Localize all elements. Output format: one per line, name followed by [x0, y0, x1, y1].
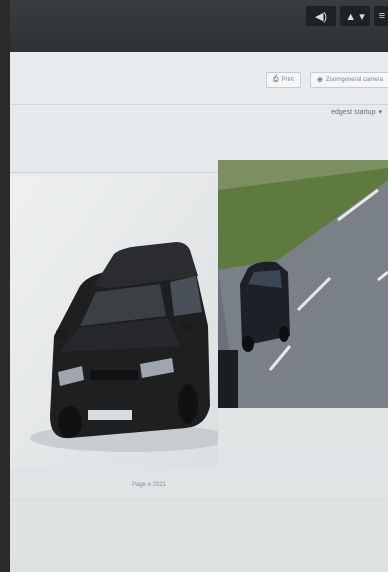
printer-icon: ⎙: [273, 76, 279, 83]
vehicle-camera-view[interactable]: [218, 160, 388, 408]
toolbar: ⎙ Print ⊕ Zoomgeneral camera: [10, 52, 388, 105]
filter-dropdown[interactable]: edgest startup ▾: [331, 108, 382, 117]
zoom-icon: ⊕: [317, 77, 323, 84]
footer-text: Page e 2021: [131, 482, 167, 488]
top-bar: ◀) ▲ ▾ ≡: [10, 0, 388, 52]
zoom-camera-label: Zoomgeneral camera: [325, 77, 383, 83]
menu-button[interactable]: ≡: [374, 6, 388, 26]
car-close-image: [10, 176, 218, 466]
vehicle-close-view[interactable]: [10, 176, 218, 466]
user-icon: ▲ ▾: [345, 10, 365, 23]
volume-button[interactable]: ◀): [306, 6, 336, 26]
chevron-down-icon: ▾: [378, 109, 382, 116]
print-button[interactable]: ⎙ Print: [266, 72, 301, 88]
menu-icon: ≡: [378, 10, 386, 22]
filter-label: edgest startup: [331, 108, 376, 116]
app-screen: ◀) ▲ ▾ ≡ ⎙ Print ⊕ Zoomgeneral camera ed…: [10, 0, 388, 572]
zoom-camera-button[interactable]: ⊕ Zoomgeneral camera: [310, 72, 388, 88]
print-label: Print: [281, 77, 294, 83]
footer-divider: [10, 500, 388, 501]
camera-road-image: [218, 160, 388, 408]
user-menu-button[interactable]: ▲ ▾: [340, 6, 370, 26]
footer: Page e 2021: [10, 482, 388, 488]
volume-icon: ◀): [314, 10, 328, 23]
